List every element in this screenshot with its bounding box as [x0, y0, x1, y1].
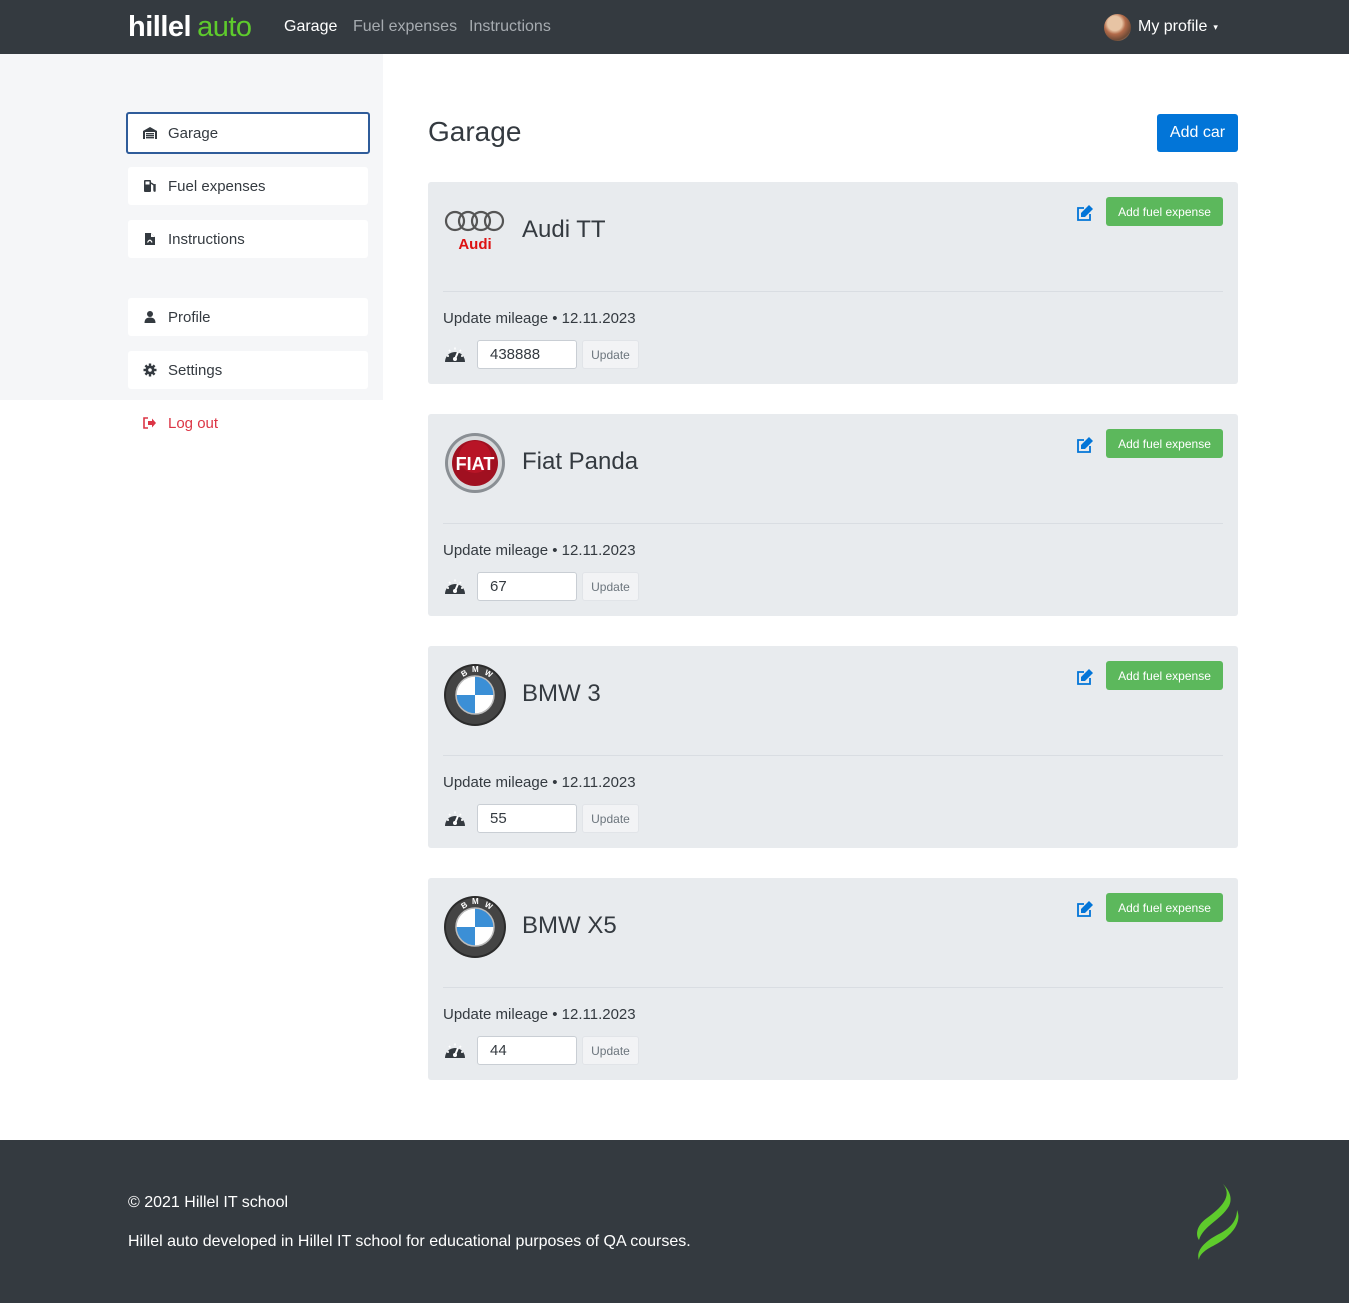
- my-profile-dropdown[interactable]: My profile ▾: [1104, 13, 1218, 41]
- footer-copyright: © 2021 Hillel IT school: [128, 1194, 289, 1211]
- my-profile-label: My profile: [1138, 18, 1208, 35]
- divider: [443, 523, 1223, 524]
- bmw-logo: BMW: [443, 663, 507, 727]
- svg-text:FIAT: FIAT: [456, 454, 495, 474]
- logout-label: Log out: [168, 414, 219, 432]
- edit-icon[interactable]: [1074, 202, 1096, 224]
- file-icon: [142, 231, 158, 247]
- hillel-auto-logo[interactable]: hillel auto: [128, 10, 252, 44]
- logout-link[interactable]: Log out: [128, 404, 368, 442]
- speedometer-icon: [443, 1040, 467, 1060]
- add-fuel-expense-button[interactable]: Add fuel expense: [1106, 893, 1223, 922]
- sidebar-item-fuel-expenses[interactable]: Fuel expenses: [128, 167, 368, 205]
- sidebar-item-profile[interactable]: Profile: [128, 298, 368, 336]
- divider: [443, 755, 1223, 756]
- add-car-button[interactable]: Add car: [1157, 114, 1238, 152]
- divider: [443, 291, 1223, 292]
- car-name: BMW 3: [522, 680, 601, 707]
- car-name: Audi TT: [522, 216, 606, 243]
- mileage-input[interactable]: [477, 340, 577, 369]
- mileage-input[interactable]: [477, 1036, 577, 1065]
- add-fuel-expense-button[interactable]: Add fuel expense: [1106, 197, 1223, 226]
- bmw-logo: BMW: [443, 895, 507, 959]
- page-title: Garage: [428, 116, 522, 147]
- car-card: B M W BMW X5 Add fuel expense Update mileage …: [428, 878, 1238, 1080]
- sidebar-item-label: Instructions: [168, 230, 245, 248]
- svg-text:M: M: [472, 897, 479, 906]
- logout-icon: [142, 415, 158, 431]
- avatar: [1104, 13, 1131, 41]
- update-mileage-label: Update mileage • 12.11.2023: [443, 1006, 636, 1023]
- edit-icon[interactable]: [1074, 666, 1096, 688]
- sidebar-item-label: Fuel expenses: [168, 177, 266, 195]
- chevron-down-icon: ▾: [1213, 21, 1218, 32]
- car-card: FIAT Fiat Panda Add fuel expense Update mil…: [428, 414, 1238, 616]
- footer-description: Hillel auto developed in Hillel IT schoo…: [128, 1233, 691, 1250]
- sidebar-item-instructions[interactable]: Instructions: [128, 220, 368, 258]
- sidebar-item-settings[interactable]: Settings: [128, 351, 368, 389]
- footer: © 2021 Hillel IT school Hillel auto deve…: [0, 1140, 1349, 1303]
- hillel-leaf-logo: [1197, 1184, 1239, 1260]
- edit-icon[interactable]: [1074, 898, 1096, 920]
- add-fuel-expense-button[interactable]: Add fuel expense: [1106, 661, 1223, 690]
- speedometer-icon: [443, 344, 467, 364]
- svg-text:Audi: Audi: [458, 236, 491, 253]
- top-navbar: hillel auto Garage Fuel expenses Instruct…: [0, 0, 1349, 54]
- logo-text-auto: auto: [197, 11, 252, 43]
- nav-link-instructions[interactable]: Instructions: [469, 17, 551, 37]
- car-name: Fiat Panda: [522, 448, 639, 475]
- add-fuel-expense-button[interactable]: Add fuel expense: [1106, 429, 1223, 458]
- sidebar-item-label: Garage: [168, 124, 219, 142]
- update-mileage-label: Update mileage • 12.11.2023: [443, 310, 636, 327]
- edit-icon[interactable]: [1074, 434, 1096, 456]
- user-icon: [142, 309, 158, 325]
- nav-link-fuel-expenses[interactable]: Fuel expenses: [353, 17, 457, 37]
- fiat-logo: FIAT: [443, 431, 507, 495]
- svg-text:M: M: [472, 665, 479, 674]
- divider: [443, 987, 1223, 988]
- garage-icon: [142, 125, 158, 141]
- nav-link-garage[interactable]: Garage: [284, 17, 337, 37]
- speedometer-icon: [443, 808, 467, 828]
- gear-icon: [142, 362, 158, 378]
- audi-logo: Audi: [443, 199, 507, 263]
- mileage-input[interactable]: [477, 804, 577, 833]
- update-mileage-label: Update mileage • 12.11.2023: [443, 542, 636, 559]
- update-mileage-button[interactable]: Update: [582, 572, 639, 601]
- speedometer-icon: [443, 576, 467, 596]
- update-mileage-button[interactable]: Update: [582, 804, 639, 833]
- car-card: Audi Audi TT Add fuel expense Update mileag…: [428, 182, 1238, 384]
- car-name: BMW X5: [522, 912, 617, 939]
- mileage-input[interactable]: [477, 572, 577, 601]
- sidebar-item-label: Settings: [168, 361, 223, 379]
- car-card: B M W BMW 3 Add fuel expense Update mileage •…: [428, 646, 1238, 848]
- update-mileage-button[interactable]: Update: [582, 340, 639, 369]
- update-mileage-label: Update mileage • 12.11.2023: [443, 774, 636, 791]
- sidebar-item-label: Profile: [168, 308, 211, 326]
- update-mileage-button[interactable]: Update: [582, 1036, 639, 1065]
- sidebar-item-garage[interactable]: Garage: [126, 112, 370, 154]
- logo-text-hillel: hillel: [128, 11, 192, 43]
- fuel-icon: [142, 178, 158, 194]
